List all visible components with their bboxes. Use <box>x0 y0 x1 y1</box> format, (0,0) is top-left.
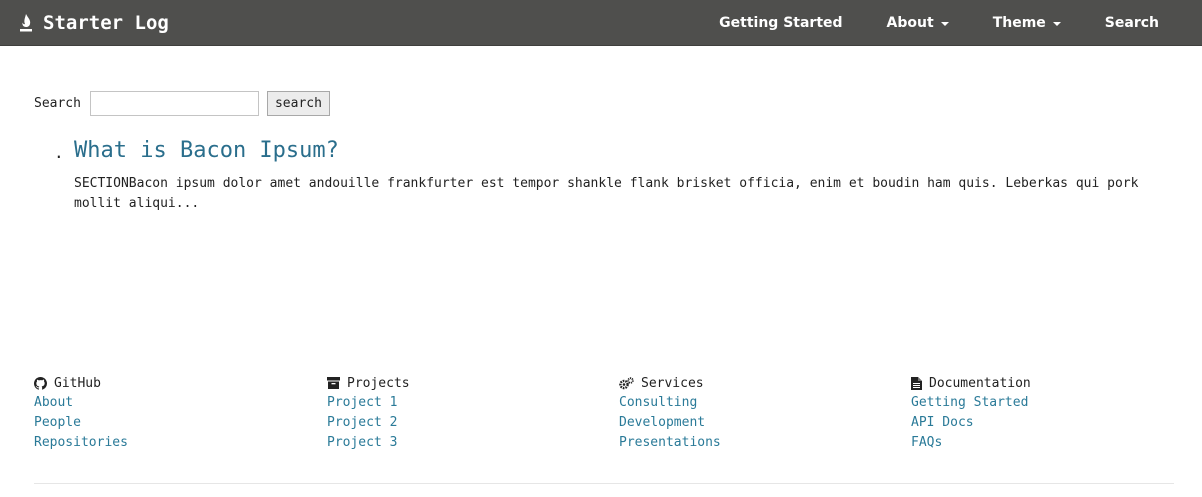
footer-column-projects: Projects Project 1 Project 2 Project 3 <box>327 373 410 453</box>
result-title-link[interactable]: What is Bacon Ipsum? <box>74 137 1164 165</box>
footer-heading: Projects <box>327 373 410 393</box>
flame-icon <box>19 14 33 32</box>
footer-column-services: Services Consulting Development Presenta… <box>619 373 721 453</box>
nav-theme-dropdown[interactable]: Theme <box>971 0 1083 46</box>
nav-search[interactable]: Search <box>1083 0 1202 46</box>
navbar: Starter Log Getting Started About Theme … <box>0 0 1202 46</box>
main-nav: Getting Started About Theme Search <box>697 0 1202 46</box>
footer-link-development[interactable]: Development <box>619 413 721 433</box>
nav-about-dropdown[interactable]: About <box>865 0 971 46</box>
document-icon <box>911 376 922 390</box>
footer-link-api-docs[interactable]: API Docs <box>911 413 1031 433</box>
caret-down-icon <box>940 22 949 26</box>
footer-heading-text: Projects <box>347 375 410 391</box>
search-button[interactable]: search <box>266 91 330 116</box>
footer-heading-text: GitHub <box>54 375 101 391</box>
footer-heading: GitHub <box>34 373 128 393</box>
caret-down-icon <box>1052 22 1061 26</box>
footer-heading: Services <box>619 373 721 393</box>
list-bullet: . <box>54 143 64 162</box>
footer-link-project-2[interactable]: Project 2 <box>327 413 410 433</box>
search-input[interactable] <box>89 91 259 116</box>
nav-label: Theme <box>992 15 1046 31</box>
nav-label: Getting Started <box>719 15 843 31</box>
footer-link-repositories[interactable]: Repositories <box>34 433 128 453</box>
footer-link-consulting[interactable]: Consulting <box>619 393 721 413</box>
brand-link[interactable]: Starter Log <box>19 0 169 46</box>
search-results: . What is Bacon Ipsum? SECTIONBacon ipsu… <box>54 136 1164 214</box>
result-item: . What is Bacon Ipsum? SECTIONBacon ipsu… <box>54 136 1164 214</box>
footer-column-github: GitHub About People Repositories <box>34 373 128 453</box>
footer-heading-text: Documentation <box>929 375 1031 391</box>
brand-title: Starter Log <box>43 12 169 34</box>
footer-link-people[interactable]: People <box>34 413 128 433</box>
footer-link-about[interactable]: About <box>34 393 128 413</box>
gears-icon <box>619 376 634 390</box>
footer-link-presentations[interactable]: Presentations <box>619 433 721 453</box>
github-icon <box>34 376 47 390</box>
result-excerpt: SECTIONBacon ipsum dolor amet andouille … <box>74 176 1139 211</box>
archive-icon <box>327 377 340 389</box>
search-form: Search search <box>34 91 330 116</box>
footer-divider <box>34 483 1174 484</box>
footer-link-faqs[interactable]: FAQs <box>911 433 1031 453</box>
footer-heading-text: Services <box>641 375 704 391</box>
search-label: Search <box>34 96 81 111</box>
footer-column-documentation: Documentation Getting Started API Docs F… <box>911 373 1031 453</box>
footer-link-project-3[interactable]: Project 3 <box>327 433 410 453</box>
nav-getting-started[interactable]: Getting Started <box>697 0 864 46</box>
footer-link-project-1[interactable]: Project 1 <box>327 393 410 413</box>
footer-heading: Documentation <box>911 373 1031 393</box>
footer-link-getting-started[interactable]: Getting Started <box>911 393 1031 413</box>
result-body: What is Bacon Ipsum? SECTIONBacon ipsum … <box>74 136 1164 214</box>
nav-label: About <box>886 15 934 31</box>
nav-label: Search <box>1104 15 1159 31</box>
